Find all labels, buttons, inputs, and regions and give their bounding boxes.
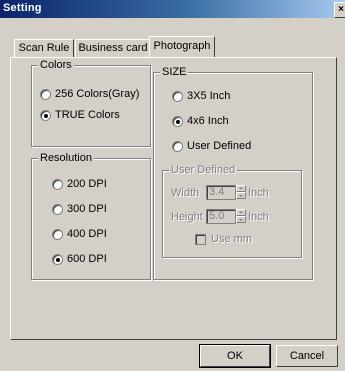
title-bar: Setting × (0, 0, 345, 18)
radio-label: TRUE Colors (55, 109, 120, 121)
height-field[interactable]: 5.0 (206, 209, 236, 224)
radio-label: 200 DPI (67, 178, 107, 190)
radio-label: 300 DPI (67, 203, 107, 215)
height-label: Height (171, 211, 203, 223)
radio-label: 600 DPI (67, 253, 107, 265)
size-group: SIZE 3X5 Inch 4x6 Inch User Defined User… (153, 66, 313, 280)
tab-business-card[interactable]: Business card (75, 39, 151, 57)
width-label: Width (171, 187, 200, 199)
radio-label: 3X5 Inch (187, 90, 231, 102)
radio-button[interactable] (40, 89, 51, 100)
radio-label: 400 DPI (67, 228, 107, 240)
photograph-panel: Colors 256 Colors(Gray) TRUE Colors Reso… (10, 57, 337, 340)
height-unit-label: Inch (248, 211, 269, 223)
close-icon[interactable]: × (334, 2, 345, 18)
resolution-group-label: Resolution (38, 152, 94, 164)
radio-button[interactable] (40, 110, 51, 121)
radio-button[interactable] (52, 229, 63, 240)
width-spinner[interactable] (236, 185, 246, 200)
width-spin-up-icon[interactable] (236, 185, 246, 192)
tab-photograph[interactable]: Photograph (149, 36, 215, 57)
radio-button[interactable] (172, 91, 183, 102)
tab-scan-rule[interactable]: Scan Rule (14, 39, 74, 57)
window-title: Setting (3, 2, 42, 14)
radio-label: 4x6 Inch (187, 115, 229, 127)
size-group-label: SIZE (160, 66, 189, 78)
radio-button[interactable] (52, 254, 63, 265)
radio-label: 256 Colors(Gray) (55, 88, 140, 100)
ok-button[interactable]: OK (199, 344, 271, 368)
radio-button[interactable] (172, 116, 183, 127)
use-mm-checkbox[interactable] (195, 234, 206, 245)
use-mm-label: Use mm (211, 233, 252, 245)
width-field[interactable]: 3.4 (206, 185, 236, 200)
radio-button[interactable] (52, 179, 63, 190)
resolution-group: Resolution 200 DPI 300 DPI 400 DPI 600 D… (31, 152, 151, 280)
radio-button[interactable] (52, 204, 63, 215)
colors-group-label: Colors (38, 59, 74, 71)
radio-label: User Defined (187, 140, 252, 152)
radio-button[interactable] (172, 141, 183, 152)
width-unit-label: Inch (248, 187, 269, 199)
height-spin-down-icon[interactable] (236, 216, 246, 223)
user-defined-group: User Defined Width 3.4 Inch Height 5.0 I… (162, 164, 302, 258)
user-defined-group-label: User Defined (169, 164, 238, 176)
width-spin-down-icon[interactable] (236, 192, 246, 199)
height-spinner[interactable] (236, 209, 246, 224)
cancel-button[interactable]: Cancel (276, 345, 338, 367)
colors-group: Colors 256 Colors(Gray) TRUE Colors (31, 59, 151, 147)
height-spin-up-icon[interactable] (236, 209, 246, 216)
